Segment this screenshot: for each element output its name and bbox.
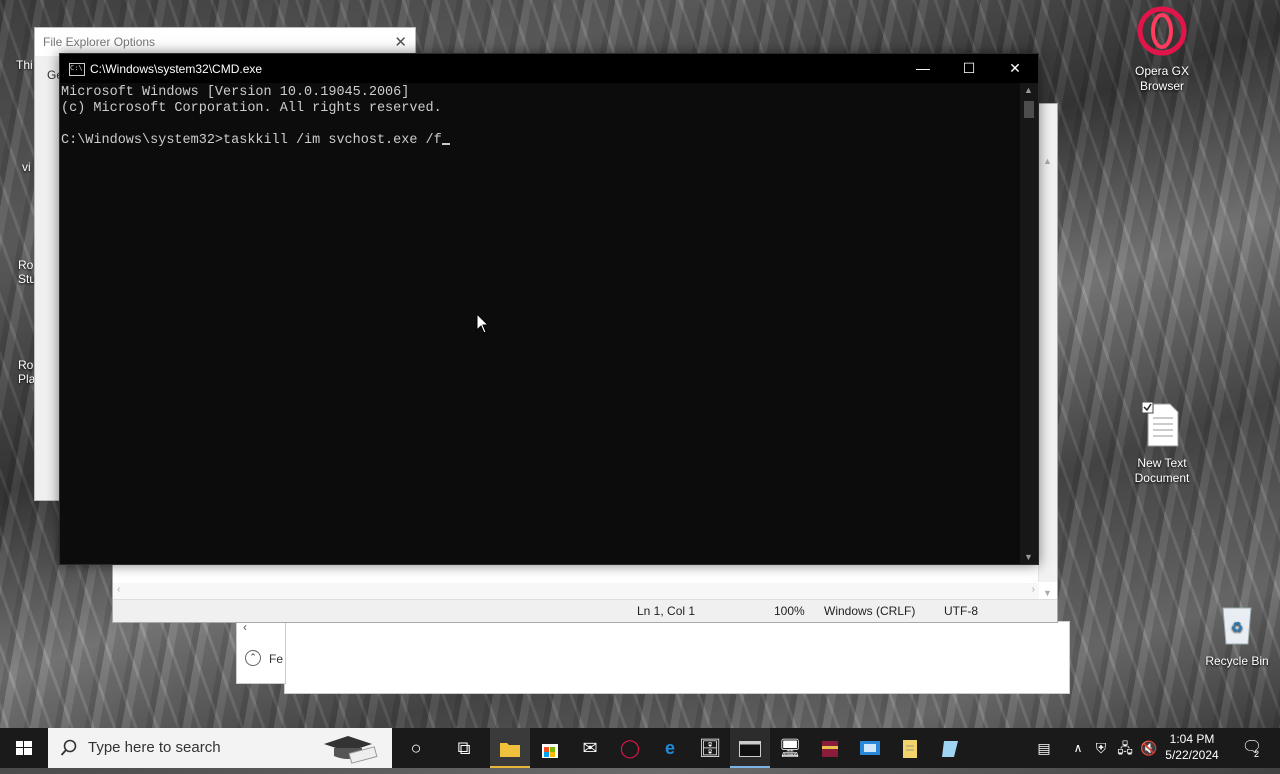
text-cursor: [441, 143, 450, 145]
cmd-console-output[interactable]: Microsoft Windows [Version 10.0.19045.20…: [60, 83, 1020, 564]
file-explorer-options-titlebar[interactable]: File Explorer Options ✕: [35, 28, 415, 56]
desktop-icon-new-text-document[interactable]: New Text Document: [1122, 401, 1202, 486]
taskbar: Type here to search ○ ⧉ ✉ ◯ e 🗄 🖥 ▤ ∧ ⛨ …: [0, 728, 1280, 768]
opera-gx-taskbar-icon[interactable]: ◯: [610, 728, 650, 768]
background-panel-label: Fe: [269, 652, 284, 666]
background-side-panel: ‹ ⌃ Fe: [236, 620, 286, 684]
console-prompt-line[interactable]: C:\Windows\system32>taskkill /im svchost…: [61, 133, 1020, 149]
desktop-icon-folder-label[interactable]: vi: [22, 160, 31, 174]
cmd-app-icon: C:\: [69, 63, 85, 76]
start-button[interactable]: [0, 728, 48, 768]
scroll-right-icon[interactable]: ›: [1032, 584, 1035, 595]
control-panel-icon[interactable]: 🗄: [690, 728, 730, 768]
mail-icon[interactable]: ✉: [570, 728, 610, 768]
console-line: Microsoft Windows [Version 10.0.19045.20…: [61, 85, 410, 100]
search-icon: [60, 739, 77, 756]
cortana-icon[interactable]: ○: [396, 728, 436, 768]
scroll-up-icon[interactable]: ▲: [1043, 156, 1052, 166]
task-view-icon[interactable]: ⧉: [444, 728, 484, 768]
opera-gx-label-line1: Opera GX: [1134, 64, 1190, 78]
opera-gx-icon: [1122, 6, 1202, 60]
console-command: C:\Windows\system32>taskkill /im svchost…: [61, 133, 442, 148]
recycle-bin-label: Recycle Bin: [1205, 654, 1269, 668]
remote-desktop-icon[interactable]: [850, 728, 890, 768]
opera-gx-label-line2: Browser: [1139, 79, 1184, 93]
cmd-titlebar[interactable]: C:\ C:\Windows\system32\CMD.exe — ☐ ✕: [60, 54, 1038, 83]
desktop-icon-roblox-player-label[interactable]: Ro: [18, 358, 33, 372]
notepad-taskbar-icon[interactable]: [930, 728, 970, 768]
clock-time: 1:04 PM: [1169, 732, 1215, 746]
recycle-bin-icon: ♻: [1197, 602, 1277, 650]
background-window-panel: [284, 621, 1070, 694]
desktop-icon-recycle-bin[interactable]: ♻ Recycle Bin: [1197, 602, 1277, 669]
notepad-horizontal-scrollbar[interactable]: ‹ ›: [113, 583, 1039, 599]
graduation-cap-icon: [324, 736, 378, 764]
microsoft-store-icon[interactable]: [530, 728, 570, 768]
cmd-taskbar-icon[interactable]: [730, 728, 770, 768]
desktop-icon-this-pc-label[interactable]: Thi: [16, 58, 33, 72]
desktop-icon-opera-gx[interactable]: Opera GX Browser: [1122, 6, 1202, 94]
svg-text:♻: ♻: [1231, 619, 1244, 635]
clock-date: 5/22/2024: [1165, 748, 1219, 762]
scroll-up-icon[interactable]: ▲: [1024, 85, 1033, 95]
status-encoding: UTF-8: [944, 604, 978, 618]
scrollbar-thumb[interactable]: [1024, 101, 1034, 118]
search-placeholder: Type here to search: [88, 739, 221, 756]
clock[interactable]: 1:04 PM 5/22/2024: [1160, 731, 1224, 763]
close-button[interactable]: ✕: [992, 54, 1038, 83]
maximize-button[interactable]: ☐: [946, 54, 992, 83]
cmd-window: C:\ C:\Windows\system32\CMD.exe — ☐ ✕ Mi…: [59, 53, 1039, 565]
new-text-document-label-line1: New Text: [1137, 456, 1187, 470]
desktop-icon-roblox-studio-label[interactable]: Ro: [18, 258, 33, 272]
news-icon[interactable]: ▤: [1024, 728, 1064, 768]
notepad-vertical-scrollbar[interactable]: ▲ ▼: [1038, 104, 1057, 598]
chevron-up-circle-icon[interactable]: ⌃: [245, 650, 261, 666]
new-text-document-label-line2: Document: [1134, 471, 1190, 485]
text-document-icon: [1122, 401, 1202, 452]
console-line: (c) Microsoft Corporation. All rights re…: [61, 101, 442, 116]
file-explorer-taskbar-icon[interactable]: [490, 728, 530, 768]
windows-logo-icon: [16, 741, 32, 755]
notepad-file-icon[interactable]: [890, 728, 930, 768]
notepad-status-bar: Ln 1, Col 1 100% Windows (CRLF) UTF-8: [113, 599, 1057, 622]
close-icon[interactable]: ✕: [394, 33, 407, 51]
file-explorer-options-title: File Explorer Options: [43, 35, 156, 49]
internet-explorer-icon[interactable]: e: [650, 728, 690, 768]
status-position: Ln 1, Col 1: [637, 604, 696, 618]
desktop-icon-roblox-player-label2: Pla: [18, 372, 36, 386]
minimize-button[interactable]: —: [900, 54, 946, 83]
status-line-ending: Windows (CRLF): [824, 604, 916, 618]
mouse-pointer-icon: [476, 313, 490, 334]
notification-count: 2: [1254, 749, 1260, 759]
scroll-down-icon[interactable]: ▼: [1043, 588, 1052, 598]
cmd-vertical-scrollbar[interactable]: ▲ ▼: [1020, 83, 1038, 564]
status-zoom: 100%: [774, 604, 805, 618]
scroll-left-icon[interactable]: ‹: [117, 584, 120, 595]
network-app-icon[interactable]: 🖥: [770, 728, 810, 768]
cmd-title: C:\Windows\system32\CMD.exe: [90, 62, 263, 76]
winrar-icon[interactable]: [810, 728, 850, 768]
search-box[interactable]: Type here to search: [48, 728, 392, 768]
notification-center-icon[interactable]: 🗨 2: [1232, 728, 1272, 768]
scroll-down-icon[interactable]: ▼: [1024, 552, 1033, 562]
